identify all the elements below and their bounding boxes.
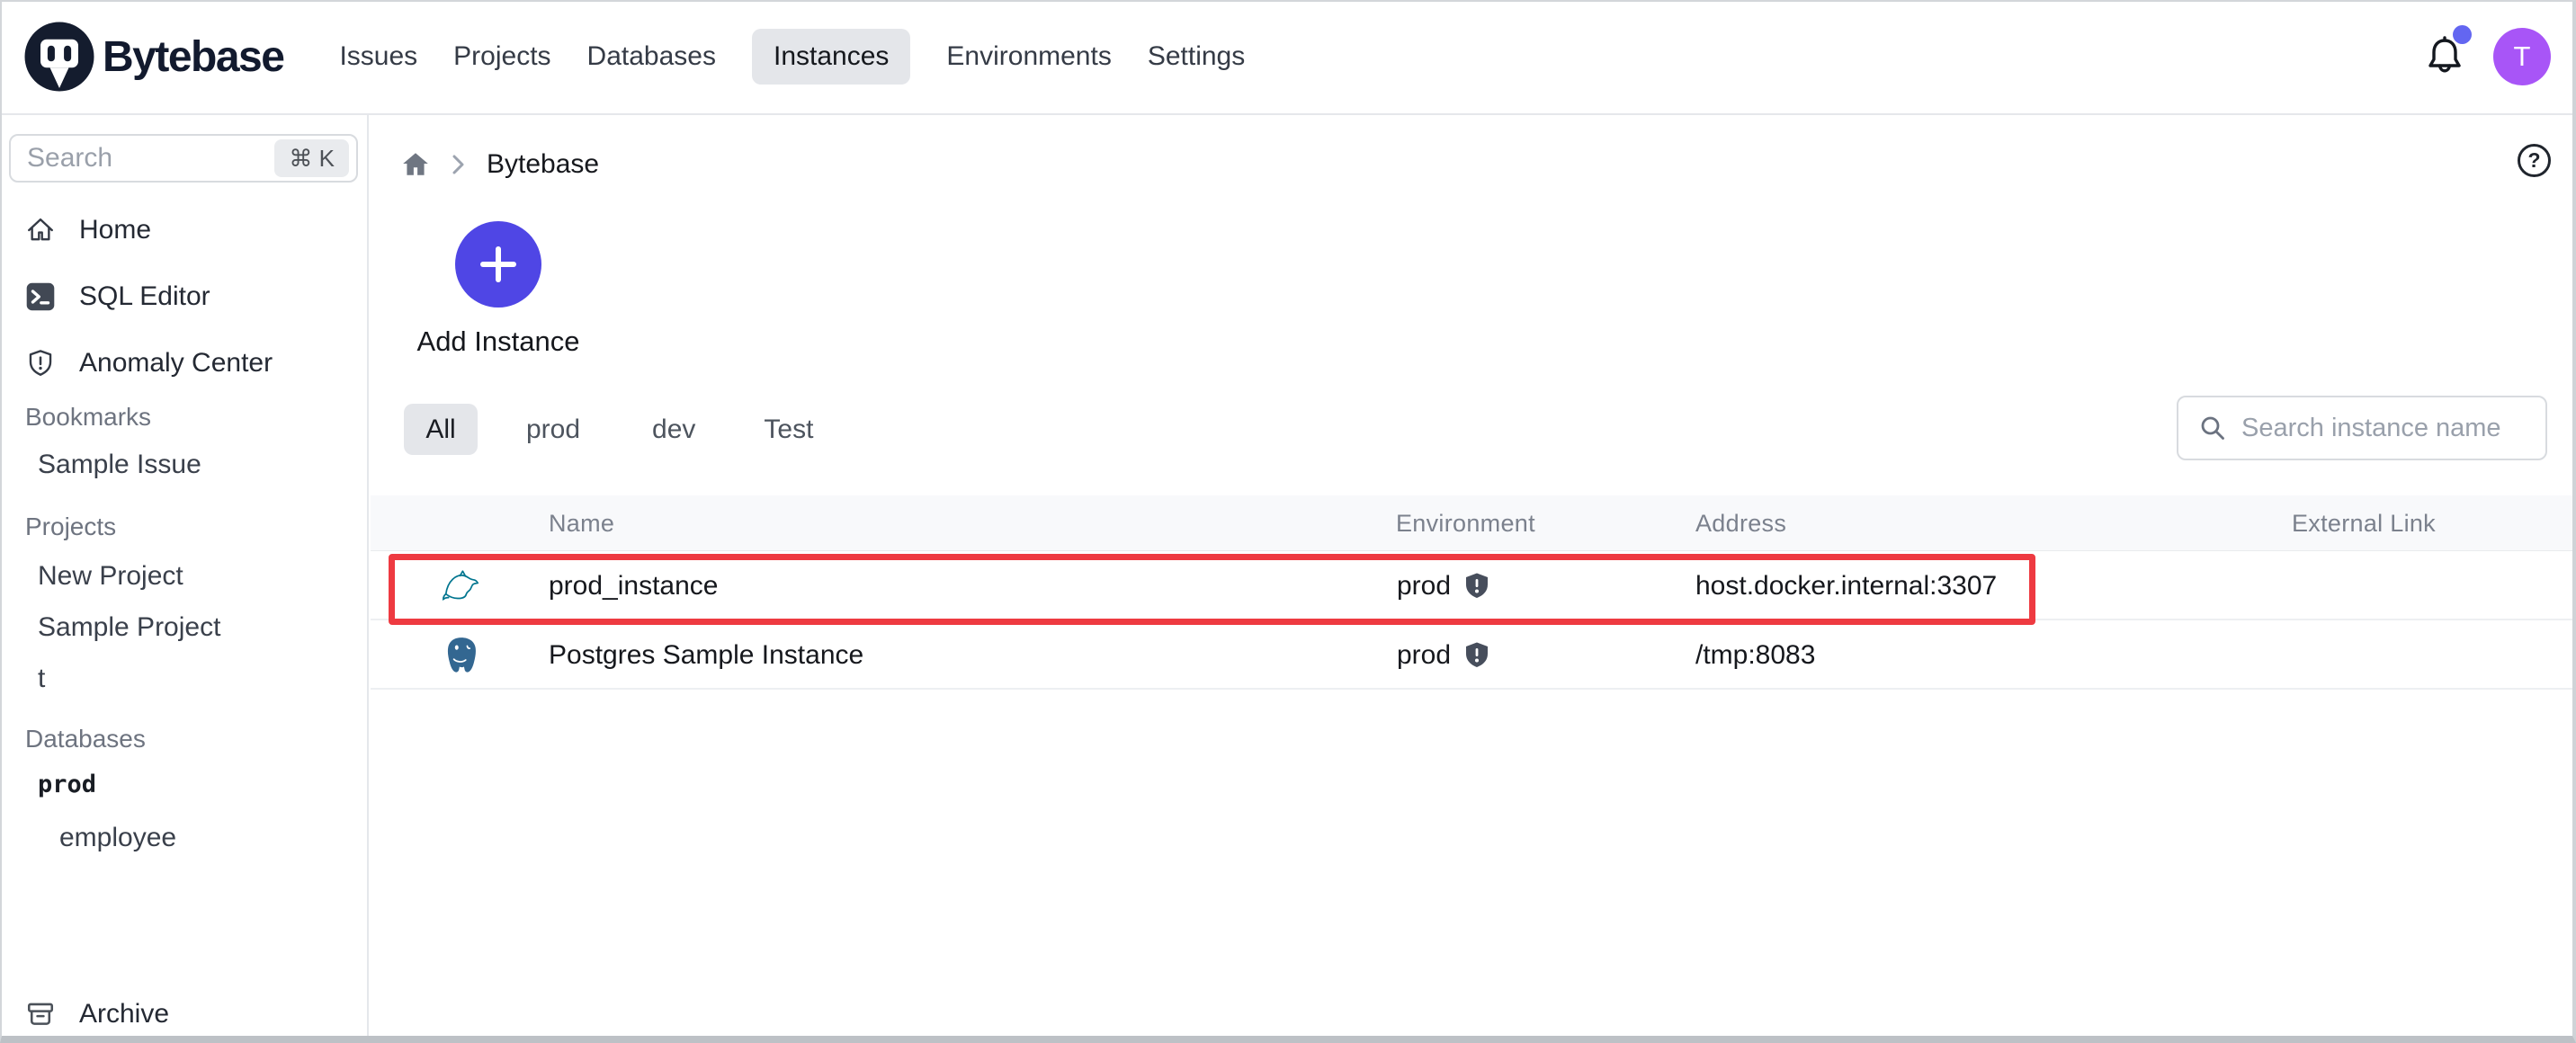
sidebar-item-anomaly-center[interactable]: Anomaly Center [0,342,367,385]
instance-search-box[interactable] [2177,396,2547,460]
column-header-address: Address [1695,509,1787,537]
sidebar-section-projects: Projects [25,513,117,540]
table-header-row: Name Environment Address External Link [371,495,2576,551]
sidebar-project-t[interactable]: t [38,664,45,694]
navbar-right-cluster: T [2423,25,2576,85]
sidebar-section-bookmarks: Bookmarks [25,403,152,431]
brand-wordmark: Bytebase [103,32,285,81]
nav-item-environments[interactable]: Environments [946,29,1111,85]
add-instance-label: Add Instance [416,325,580,357]
breadcrumb-home-icon[interactable] [400,149,431,180]
search-icon [2201,416,2224,440]
add-instance-button[interactable] [455,221,541,308]
brand-logo[interactable]: Bytebase [22,19,285,94]
table-row-postgres-sample-instance[interactable]: Postgres Sample Instance prod /tmp:8083 [371,620,2576,690]
environment-label: prod [1397,570,1452,601]
sidebar: ⌘ K Home SQL Editor Anomaly Center [0,115,369,1036]
anomaly-shield-icon [29,350,52,376]
help-icon[interactable]: ? [2518,144,2551,177]
table-row-prod-instance[interactable]: prod_instance prod host.docker.internal:… [371,551,2576,620]
sidebar-section-databases: Databases [25,725,146,753]
top-navbar: Bytebase Issues Projects Databases Insta… [0,0,2576,115]
column-header-name: Name [549,509,615,537]
nav-item-issues[interactable]: Issues [339,29,417,85]
avatar[interactable]: T [2493,28,2551,85]
tab-all[interactable]: All [404,404,478,455]
notification-dot [2453,25,2472,44]
instances-table: Name Environment Address External Link p… [371,495,2576,690]
bytebase-app-window: Bytebase Issues Projects Databases Insta… [0,0,2576,1043]
nav-item-projects[interactable]: Projects [453,29,550,85]
top-navigation: Issues Projects Databases Instances Envi… [339,29,1245,85]
sidebar-item-label: Archive [79,999,170,1029]
bytebase-logo-icon [24,22,94,92]
mysql-engine-icon [441,551,482,620]
postgres-engine-icon [441,620,482,690]
sidebar-item-label: Home [79,215,152,245]
sidebar-search-box[interactable]: ⌘ K [9,134,358,183]
instance-name[interactable]: prod_instance [549,551,718,620]
tab-dev[interactable]: dev [652,415,695,445]
sidebar-project-sample-project[interactable]: Sample Project [38,612,220,643]
sidebar-item-archive[interactable]: Archive [0,993,367,1036]
tab-test[interactable]: Test [764,415,813,445]
archive-icon [27,1003,54,1025]
chevron-right-icon [452,155,464,174]
column-header-external-link: External Link [2292,509,2436,537]
sidebar-project-new-project[interactable]: New Project [38,561,183,592]
nav-item-instances[interactable]: Instances [751,29,911,85]
environment-tabs: All prod dev Test [404,404,813,455]
sidebar-database-prod[interactable]: prod [38,771,96,798]
instance-address: host.docker.internal:3307 [1695,570,1998,601]
sidebar-item-label: SQL Editor [79,281,210,311]
breadcrumb: Bytebase [400,149,599,180]
instance-address: /tmp:8083 [1695,639,1816,670]
notifications-button[interactable] [2423,25,2472,79]
sidebar-item-sql-editor[interactable]: SQL Editor [0,275,367,318]
sql-editor-icon [26,282,55,311]
instance-environment: prod [1397,620,1490,690]
search-input[interactable] [11,143,275,174]
instance-name[interactable]: Postgres Sample Instance [549,620,863,690]
main-content: Bytebase ? Add Instance All prod dev Tes… [371,115,2576,1036]
sidebar-item-home[interactable]: Home [0,209,367,252]
instance-environment: prod [1397,551,1490,620]
environment-label: prod [1397,639,1452,670]
column-header-environment: Environment [1396,509,1535,537]
keyboard-shortcut-badge: ⌘ K [274,139,349,177]
shield-protected-icon [1466,573,1489,598]
sidebar-database-employee[interactable]: employee [59,823,176,853]
instance-search-input[interactable] [2227,413,2545,443]
breadcrumb-current[interactable]: Bytebase [487,149,599,180]
sidebar-bookmark-sample-issue[interactable]: Sample Issue [38,450,201,480]
tab-prod[interactable]: prod [526,415,580,445]
sidebar-item-label: Anomaly Center [79,348,273,378]
shield-protected-icon [1466,642,1489,667]
nav-item-databases[interactable]: Databases [587,29,716,85]
home-icon [28,218,53,241]
nav-item-settings[interactable]: Settings [1148,29,1245,85]
